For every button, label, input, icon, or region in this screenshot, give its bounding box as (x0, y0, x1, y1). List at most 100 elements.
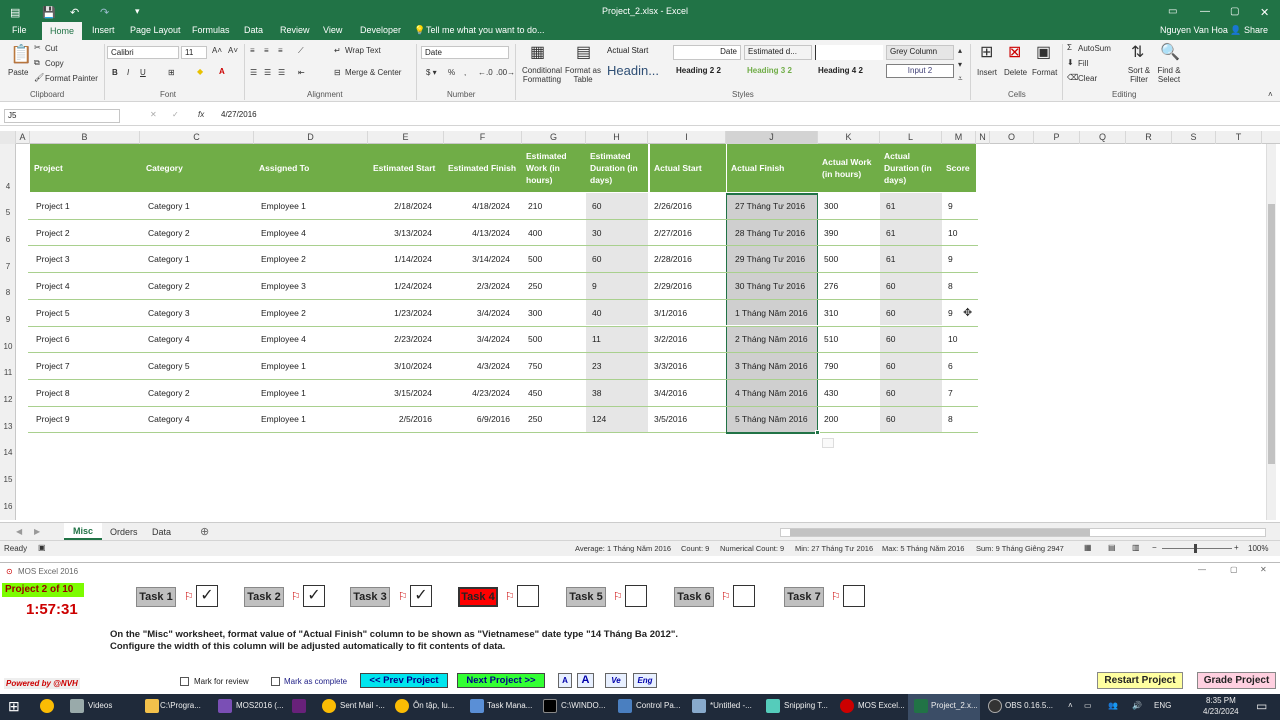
zoom-in-icon[interactable]: + (1234, 543, 1239, 552)
cell-estimated-start[interactable]: 1/14/2024 (369, 246, 444, 272)
lang-ve-button[interactable]: Ve (605, 673, 627, 688)
grow-font-icon[interactable]: A˄ (212, 46, 222, 55)
cell-project[interactable]: Project 1 (30, 193, 142, 219)
name-box[interactable]: J5 (4, 109, 120, 123)
page-layout-view-icon[interactable]: ▤ (1108, 543, 1116, 552)
enter-icon[interactable]: ✓ (172, 110, 179, 119)
mark-complete-label[interactable]: Mark as complete (284, 677, 347, 686)
style-blank[interactable] (815, 45, 883, 60)
cell-project[interactable]: Project 5 (30, 300, 142, 326)
cell-estimated-work[interactable]: 300 (522, 300, 586, 326)
font-color-icon[interactable]: A (219, 67, 225, 76)
task-5-checkbox[interactable] (625, 585, 647, 607)
user-name[interactable]: Nguyen Van Hoa (1160, 25, 1228, 35)
cell-estimated-finish[interactable]: 3/4/2024 (444, 300, 522, 326)
cell-estimated-work[interactable]: 450 (522, 380, 586, 406)
cell-score[interactable]: 6 (942, 353, 976, 379)
cell-score[interactable]: 8 (942, 407, 976, 433)
header-estimated-start[interactable]: Estimated Start (369, 144, 444, 192)
cell-estimated-finish[interactable]: 4/3/2024 (444, 353, 522, 379)
clock-time[interactable]: 8:35 PM (1206, 696, 1236, 705)
taskbar-item[interactable]: Control Pa... (636, 701, 680, 710)
column-header[interactable]: I (648, 131, 726, 144)
taskbar-item-active[interactable]: Project_2.x... (931, 701, 978, 710)
zoom-level[interactable]: 100% (1248, 544, 1268, 553)
conditional-formatting-button[interactable]: Conditional Formatting (518, 66, 566, 84)
normal-view-icon[interactable]: ▦ (1084, 543, 1092, 552)
tab-file[interactable]: File (12, 25, 27, 35)
cell-category[interactable]: Category 4 (142, 327, 255, 353)
border-icon[interactable]: ⊞ (168, 68, 175, 77)
cell-estimated-start[interactable]: 3/13/2024 (369, 220, 444, 246)
cell-actual-duration[interactable]: 60 (880, 299, 942, 326)
cell-category[interactable]: Category 5 (142, 353, 255, 379)
cell-estimated-duration[interactable]: 40 (586, 299, 648, 326)
flag-icon[interactable]: ⚐ (505, 590, 515, 603)
cell-assigned-to[interactable]: Employee 2 (255, 246, 369, 272)
tab-data[interactable]: Data (244, 25, 263, 35)
tab-insert[interactable]: Insert (92, 25, 115, 35)
cell-category[interactable]: Category 1 (142, 246, 255, 272)
cell-actual-work[interactable]: 310 (818, 300, 880, 326)
column-header[interactable]: G (522, 131, 586, 144)
cancel-icon[interactable]: ✕ (150, 110, 157, 119)
cell-actual-duration[interactable]: 60 (880, 273, 942, 299)
task-5-button[interactable]: Task 5 (566, 587, 606, 607)
cut-button[interactable]: Cut (45, 44, 57, 53)
style-grey-column[interactable]: Grey Column (886, 45, 954, 60)
header-actual-finish[interactable]: Actual Finish (726, 144, 818, 192)
mark-complete-checkbox[interactable] (271, 677, 280, 686)
chrome-icon[interactable] (40, 699, 54, 713)
cell-estimated-finish[interactable]: 4/18/2024 (444, 193, 522, 219)
row-header[interactable]: 9 (0, 315, 16, 324)
tray-chevron-icon[interactable]: ˄ (1068, 701, 1073, 710)
row-header[interactable]: 13 (0, 422, 16, 431)
cell-estimated-finish[interactable]: 3/14/2024 (444, 246, 522, 272)
wrap-text-button[interactable]: Wrap Text (345, 46, 381, 55)
cell-estimated-start[interactable]: 1/23/2024 (369, 300, 444, 326)
zoom-slider-thumb[interactable] (1194, 544, 1197, 553)
currency-icon[interactable]: $ ▾ (426, 68, 437, 77)
cell-score[interactable]: 9 (942, 246, 976, 272)
column-header[interactable]: T (1216, 131, 1262, 144)
taskbar-item[interactable]: Ôn tập, lu... (413, 701, 454, 710)
cell-project[interactable]: Project 3 (30, 246, 142, 272)
paste-button[interactable]: Paste (8, 68, 28, 77)
visual-studio-icon[interactable] (292, 699, 306, 713)
header-actual-work[interactable]: Actual Work (in hours) (818, 144, 880, 192)
ribbon-display-icon[interactable]: ▭ (1168, 6, 1177, 17)
cell-actual-finish[interactable]: 28 Tháng Tư 2016 (726, 219, 818, 246)
task-2-checkbox[interactable]: ✓ (303, 585, 325, 607)
task-6-checkbox[interactable] (733, 585, 755, 607)
cell-project[interactable]: Project 9 (30, 407, 142, 433)
cell-actual-work[interactable]: 510 (818, 327, 880, 353)
cell-estimated-work[interactable]: 500 (522, 246, 586, 272)
style-actual-start[interactable]: Actual Start (604, 45, 672, 60)
task-6-button[interactable]: Task 6 (674, 587, 714, 607)
cell-category[interactable]: Category 3 (142, 300, 255, 326)
cell-actual-finish[interactable]: 27 Tháng Tư 2016 (726, 193, 818, 219)
cell-assigned-to[interactable]: Employee 1 (255, 193, 369, 219)
insert-function-icon[interactable]: fx (198, 110, 204, 119)
cell-actual-duration[interactable]: 60 (880, 353, 942, 379)
zoom-slider[interactable] (1162, 548, 1232, 549)
header-actual-duration[interactable]: Actual Duration (in days) (880, 144, 942, 192)
row-header[interactable]: 5 (0, 208, 16, 217)
next-sheet-icon[interactable]: ▶ (34, 527, 40, 536)
mark-review-checkbox[interactable] (180, 677, 189, 686)
worksheet-grid[interactable]: Project Category Assigned To Estimated Star… (16, 144, 1276, 520)
sheet-tab-misc[interactable]: Misc (64, 523, 103, 540)
align-right-icon[interactable]: ☰ (278, 68, 285, 77)
cell-actual-start[interactable]: 2/28/2016 (648, 246, 726, 272)
column-header[interactable]: C (140, 131, 254, 144)
column-header[interactable]: L (880, 131, 942, 144)
cell-estimated-start[interactable]: 2/5/2016 (369, 407, 444, 433)
redo-icon[interactable]: ↷ (100, 6, 109, 19)
row-header[interactable]: 11 (0, 368, 16, 377)
header-project[interactable]: Project (30, 144, 142, 192)
style-date[interactable]: Date (673, 45, 741, 60)
quick-analysis-icon[interactable] (822, 438, 834, 448)
macro-record-icon[interactable]: ▣ (38, 543, 46, 552)
taskbar-item[interactable]: MOS Excel... (858, 701, 905, 710)
grade-project-button[interactable]: Grade Project (1197, 672, 1276, 689)
